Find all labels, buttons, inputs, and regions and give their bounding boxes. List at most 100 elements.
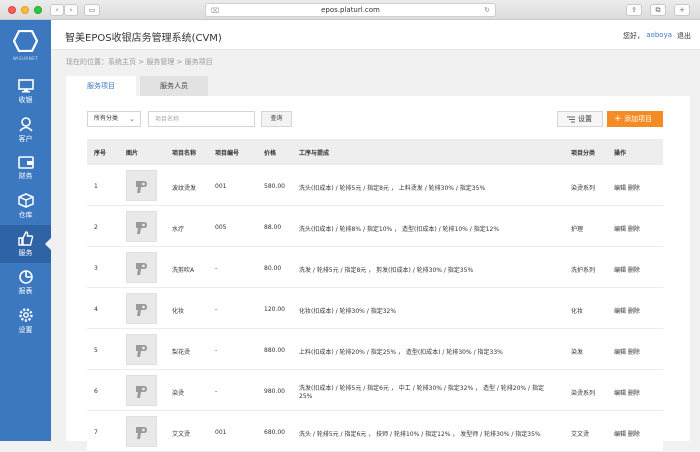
query-button[interactable]: 查询 bbox=[261, 111, 292, 127]
cell-name: 梨花烫 bbox=[172, 349, 191, 356]
hair-dryer-icon bbox=[136, 304, 147, 316]
cell-process: 上料(扣成本) / 轮排20% / 指定25% ， 造型(扣成本) / 轮排30… bbox=[299, 349, 503, 356]
cell-actions[interactable]: 编辑 删除 bbox=[614, 265, 640, 274]
nav-item-warehouse[interactable]: 仓库 bbox=[0, 187, 51, 225]
add-item-button[interactable]: + 添加项目 bbox=[607, 111, 663, 127]
cell-category: 洗护系列 bbox=[571, 267, 596, 274]
cell-actions[interactable]: 编辑 删除 bbox=[614, 183, 640, 192]
cell-process-cont: 25% bbox=[299, 393, 313, 400]
hair-dryer-icon bbox=[136, 181, 147, 193]
gear-icon bbox=[18, 308, 33, 322]
cell-category: 染发 bbox=[571, 349, 584, 356]
share-icon[interactable]: ⇪ bbox=[626, 4, 642, 16]
thumbs-up-icon bbox=[17, 231, 33, 246]
hair-dryer-icon bbox=[136, 222, 147, 234]
hair-dryer-icon bbox=[136, 263, 147, 275]
add-item-button-label: 添加项目 bbox=[624, 115, 652, 123]
cell-process: 洗头 / 轮排5元 / 指定6元 ， 技师 / 轮排10% / 指定12% ， … bbox=[299, 431, 541, 438]
nav-label: 服务 bbox=[18, 249, 33, 257]
item-thumbnail bbox=[126, 211, 157, 242]
nav-item-customer[interactable]: 客户 bbox=[0, 111, 51, 149]
back-icon[interactable]: ‹ bbox=[50, 4, 64, 16]
box-icon bbox=[17, 193, 34, 208]
list-settings-icon bbox=[567, 116, 575, 123]
col-header-code: 项目编号 bbox=[215, 150, 240, 157]
cell-code: 001 bbox=[215, 183, 227, 190]
tabs-icon[interactable]: ⧉ bbox=[650, 4, 666, 16]
nav-item-cashier[interactable]: 收银 bbox=[0, 73, 51, 111]
search-input[interactable] bbox=[148, 111, 255, 127]
item-thumbnail bbox=[126, 375, 157, 406]
table-row: 6 染烫 - 980.00 洗发(扣成本) / 轮排5元 / 指定6元 ， 中工 / 轮… bbox=[87, 370, 663, 411]
category-select-value: 所有分类 bbox=[94, 115, 119, 122]
maximize-window-button[interactable] bbox=[34, 6, 42, 14]
table-row: 4 化妆 - 120.00 化妆(扣成本) / 轮排30% / 指定32% 化妆 编辑 删除 bbox=[87, 288, 663, 329]
hair-dryer-icon bbox=[136, 386, 147, 398]
cell-actions[interactable]: 编辑 删除 bbox=[614, 224, 640, 233]
cell-no: 6 bbox=[94, 388, 98, 395]
table-row: 7 艾文烫 001 680.00 洗头 / 轮排5元 / 指定6元 ， 技师 / 轮排1… bbox=[87, 411, 663, 452]
cell-actions[interactable]: 编辑 删除 bbox=[614, 429, 640, 438]
tab-service-items[interactable]: 服务项目 bbox=[66, 76, 136, 96]
category-select[interactable]: 所有分类 ⌄ bbox=[87, 111, 141, 127]
hair-dryer-icon bbox=[136, 427, 147, 439]
cell-no: 5 bbox=[94, 347, 98, 354]
table-row: 1 波纹烫发 001 580.00 洗头(扣成本) / 轮排5元 / 指定8元 ， 上料… bbox=[87, 165, 663, 206]
pie-chart-icon bbox=[18, 270, 33, 284]
lock-icon: ⌧ bbox=[211, 7, 220, 15]
item-thumbnail bbox=[126, 252, 157, 283]
user-icon bbox=[18, 117, 33, 132]
cell-no: 2 bbox=[94, 224, 98, 231]
cell-actions[interactable]: 编辑 删除 bbox=[614, 306, 640, 315]
chevron-down-icon: ⌄ bbox=[129, 115, 135, 123]
cell-price: 88.00 bbox=[264, 224, 282, 231]
address-bar[interactable]: ⌧ epos.platurl.com ↻ bbox=[205, 3, 496, 17]
close-window-button[interactable] bbox=[8, 6, 16, 14]
nav-label: 仓库 bbox=[18, 211, 33, 219]
browser-toolbar: ‹ › ▭ ⌧ epos.platurl.com ↻ ⇪ ⧉ + bbox=[0, 0, 700, 20]
col-header-no: 序号 bbox=[94, 150, 107, 157]
nav-label: 客户 bbox=[18, 135, 33, 143]
nav-item-service[interactable]: 服务 bbox=[0, 225, 51, 263]
cell-actions[interactable]: 编辑 删除 bbox=[614, 347, 640, 356]
tab-service-staff[interactable]: 服务人员 bbox=[140, 76, 208, 96]
monitor-icon bbox=[17, 79, 34, 93]
cell-category: 染烫系列 bbox=[571, 185, 596, 192]
cell-price: 80.00 bbox=[264, 265, 282, 272]
new-tab-icon[interactable]: + bbox=[674, 4, 690, 16]
minimize-window-button[interactable] bbox=[21, 6, 29, 14]
cell-name: 洗剪吹A bbox=[172, 267, 195, 274]
sidebar-toggle-icon[interactable]: ▭ bbox=[84, 4, 100, 16]
breadcrumb: 现在的位置：系统主页 > 服务管理 > 服务项目 bbox=[66, 58, 213, 66]
cell-code: - bbox=[215, 388, 218, 395]
cell-code: 001 bbox=[215, 429, 227, 436]
forward-icon[interactable]: › bbox=[64, 4, 78, 16]
plus-icon: + bbox=[614, 114, 622, 124]
greeting-text: 您好， bbox=[623, 32, 644, 40]
reload-icon[interactable]: ↻ bbox=[484, 4, 490, 16]
settings-button[interactable]: 设置 bbox=[557, 111, 603, 127]
cell-price: 980.00 bbox=[264, 388, 285, 395]
logout-link[interactable]: 退出 bbox=[677, 31, 691, 41]
cell-no: 3 bbox=[94, 265, 98, 272]
col-header-process: 工序与提成 bbox=[299, 150, 330, 157]
cell-no: 4 bbox=[94, 306, 98, 313]
nav-label: 设置 bbox=[18, 326, 33, 334]
settings-button-label: 设置 bbox=[578, 115, 592, 123]
hair-dryer-icon bbox=[136, 345, 147, 357]
item-thumbnail bbox=[126, 334, 157, 365]
nav-item-report[interactable]: 报表 bbox=[0, 263, 51, 301]
app-header: 智美EPOS收银店务管理系统(CVM) 您好， aoboya 退出 bbox=[51, 20, 700, 50]
nav-item-settings[interactable]: 设置 bbox=[0, 301, 51, 339]
cell-price: 120.00 bbox=[264, 306, 285, 313]
sidebar: WISURNET 收银 客户 财务 仓库 服务 报表 设置 bbox=[0, 20, 51, 441]
nav-item-finance[interactable]: 财务 bbox=[0, 149, 51, 187]
logo-hex-icon bbox=[13, 30, 38, 52]
cell-price: 580.00 bbox=[264, 183, 285, 190]
cell-name: 艾文烫 bbox=[172, 431, 191, 438]
username-link[interactable]: aoboya bbox=[646, 31, 672, 39]
logo-text: WISURNET bbox=[12, 56, 39, 61]
logo: WISURNET bbox=[0, 20, 51, 70]
cell-price: 680.00 bbox=[264, 429, 285, 436]
cell-actions[interactable]: 编辑 删除 bbox=[614, 388, 640, 397]
